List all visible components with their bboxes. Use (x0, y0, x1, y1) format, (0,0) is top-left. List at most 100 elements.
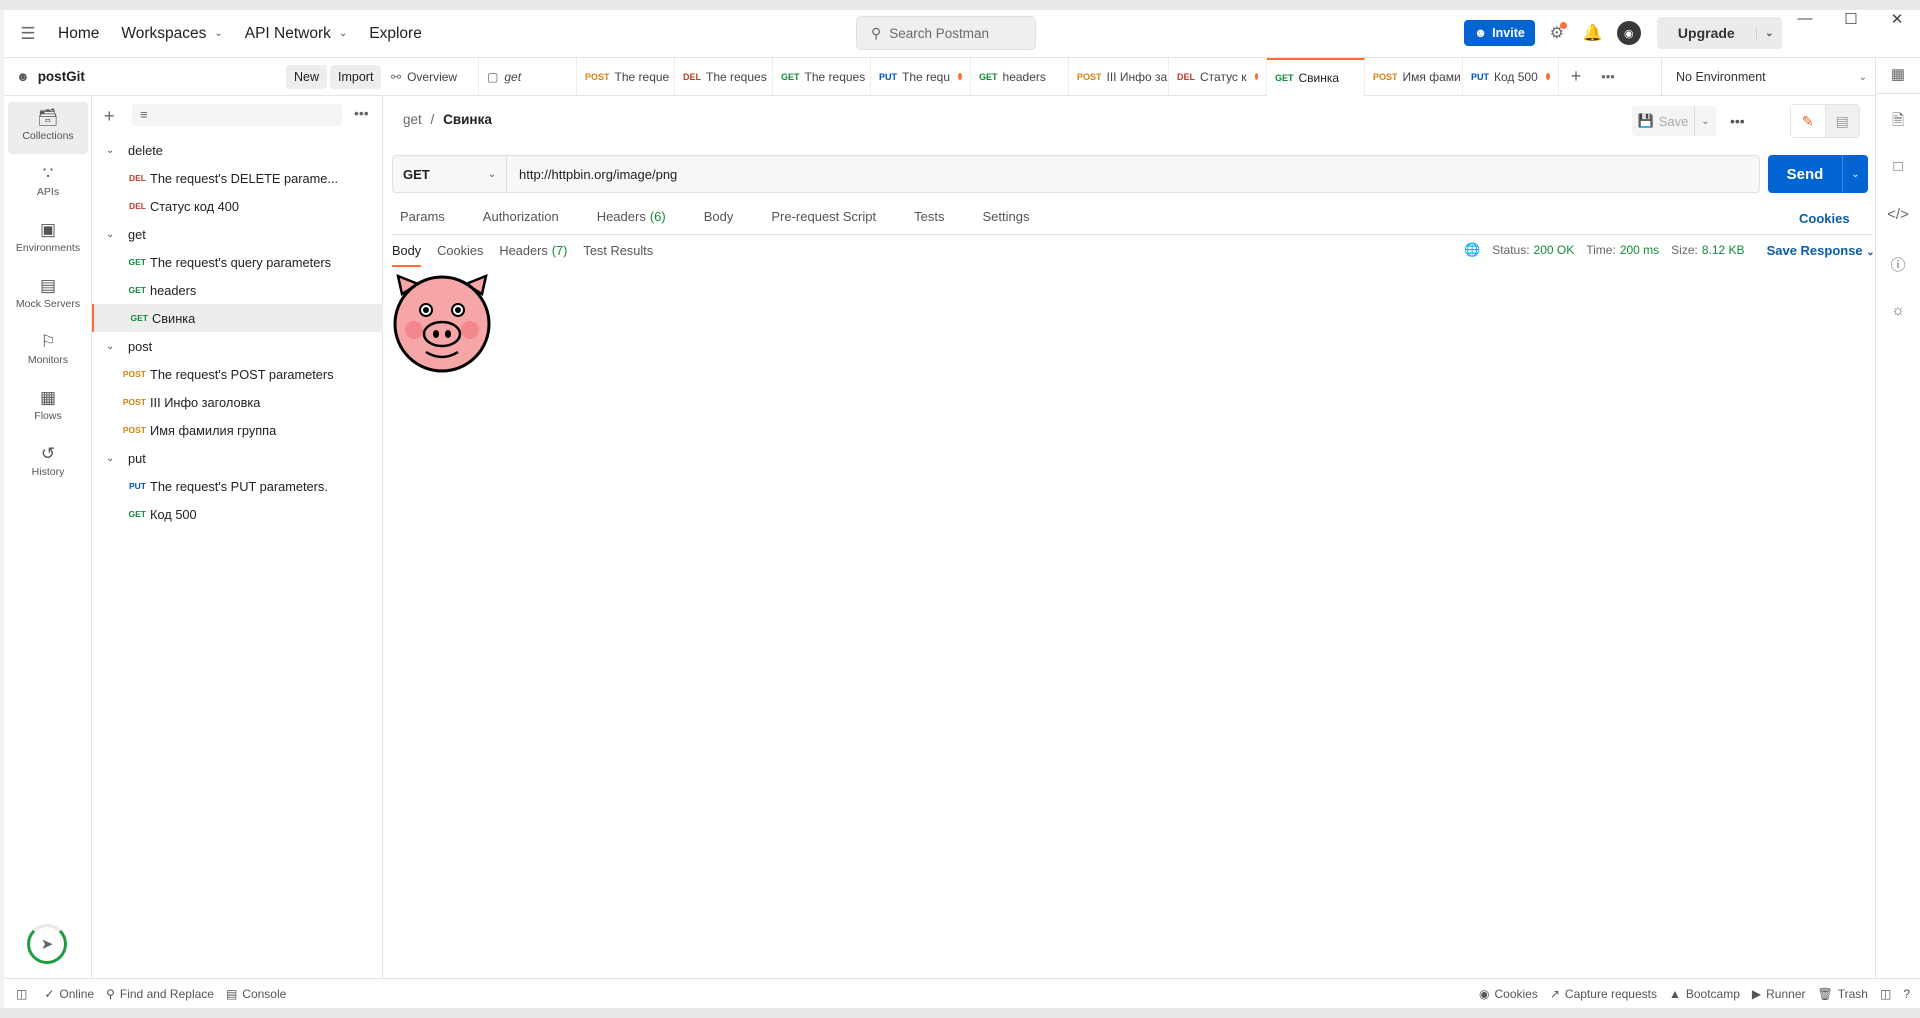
status-value[interactable]: 200 OK (1534, 243, 1575, 257)
method-select[interactable]: GET ⌄ (393, 156, 507, 192)
request-tab[interactable]: Body (696, 206, 742, 232)
nav-api-network[interactable]: API Network ⌄ (245, 25, 348, 43)
new-button[interactable]: New (286, 65, 328, 89)
tab-item[interactable]: GET Свинка (1267, 57, 1365, 96)
tab-item[interactable]: PUT Код 500 (1463, 57, 1559, 96)
tab-item[interactable]: POST The reque (577, 57, 675, 96)
breadcrumb-current[interactable]: Свинка (443, 112, 492, 127)
request-item[interactable]: POST Имя фамилия группа (92, 416, 383, 444)
folder-delete[interactable]: ⌄ delete (92, 136, 383, 164)
workspace-name[interactable]: postGit (38, 69, 85, 84)
tab-item[interactable]: DEL The reques (675, 57, 773, 96)
online-status[interactable]: ✓ Online (44, 987, 94, 1001)
request-item[interactable]: POST III Инфо заголовка (92, 388, 383, 416)
new-tab-icon[interactable]: + (1559, 66, 1593, 87)
chevron-down-icon[interactable]: ⌄ (106, 229, 118, 240)
rail-environments[interactable]: ▣ Environments (8, 214, 88, 266)
save-response-button[interactable]: Save Response ⌄ (1767, 243, 1875, 258)
environment-select[interactable]: No Environment ⌄ (1661, 58, 1875, 96)
add-icon[interactable]: + (104, 106, 115, 127)
send-button[interactable]: Send ⌄ (1768, 155, 1868, 193)
console-button[interactable]: ▤ Console (226, 987, 286, 1001)
chevron-down-icon[interactable]: ⌄ (1842, 155, 1868, 193)
comment-icon[interactable]: ▤ (1825, 105, 1859, 137)
rail-apis[interactable]: ∵ APIs (8, 158, 88, 210)
tab-item[interactable]: GET headers (971, 57, 1069, 96)
upgrade-button[interactable]: Upgrade ⌄ (1656, 17, 1782, 49)
close-icon[interactable]: ✕ (1874, 10, 1920, 28)
capture-requests-button[interactable]: ↗ Capture requests (1550, 987, 1657, 1001)
more-icon[interactable]: ••• (354, 105, 369, 121)
request-tab[interactable]: Params (392, 206, 453, 232)
folder-get[interactable]: ⌄ get (92, 220, 383, 248)
info-icon[interactable]: ⓘ (1876, 254, 1920, 275)
help-icon[interactable]: ? (1903, 987, 1910, 1001)
workspace-settings-icon[interactable]: ▦ (1876, 56, 1920, 94)
request-item[interactable]: GET headers (92, 276, 383, 304)
rail-monitors[interactable]: ⚐ Monitors (8, 326, 88, 378)
rail-mock-servers[interactable]: ▤ Mock Servers (8, 270, 88, 322)
avatar[interactable]: ◉ (1616, 21, 1641, 45)
toggle-sidebar-icon[interactable]: ◫ (16, 987, 32, 1001)
tab-item[interactable]: POST III Инфо за (1069, 57, 1169, 96)
invite-button[interactable]: ☻ Invite (1464, 20, 1535, 46)
size-value[interactable]: 8.12 KB (1702, 243, 1745, 257)
chevron-down-icon[interactable]: ⌄ (106, 453, 118, 464)
tab-item[interactable]: GET The reques (773, 57, 871, 96)
lightbulb-icon[interactable]: ☼ (1876, 302, 1920, 319)
time-value[interactable]: 200 ms (1620, 243, 1659, 257)
tab-item[interactable]: POST Имя фами (1365, 57, 1463, 96)
maximize-icon[interactable]: ☐ (1828, 10, 1874, 28)
filter-input[interactable]: ≡ (132, 104, 342, 126)
more-icon[interactable]: ••• (1730, 113, 1745, 129)
response-tab[interactable]: Test Results (583, 235, 653, 267)
documentation-icon[interactable]: 🗎 (1876, 110, 1920, 135)
more-icon[interactable]: ••• (1593, 69, 1623, 84)
save-button[interactable]: 💾 Save (1632, 106, 1694, 136)
chevron-down-icon[interactable]: ⌄ (106, 145, 118, 156)
response-tab[interactable]: Body (392, 235, 422, 267)
request-item[interactable]: GET Код 500 (92, 500, 383, 528)
tab-item[interactable]: ▢ get (479, 57, 577, 96)
request-item[interactable]: DEL Статус код 400 (92, 192, 383, 220)
tab-item[interactable]: PUT The requ (871, 57, 971, 96)
request-tab[interactable]: Headers (6) (589, 206, 674, 232)
save-options-button[interactable]: ⌄ (1694, 106, 1716, 136)
rocket-loading-icon[interactable]: ➤ (27, 924, 67, 964)
chevron-down-icon[interactable]: ⌄ (1755, 27, 1782, 39)
cookies-link[interactable]: Cookies (1799, 211, 1850, 226)
minimize-icon[interactable]: — (1782, 10, 1828, 28)
url-input[interactable]: http://httpbin.org/image/png (507, 156, 1759, 192)
import-button[interactable]: Import (330, 65, 382, 89)
comments-icon[interactable]: □ (1876, 158, 1920, 175)
edit-icon[interactable]: ✎ (1791, 105, 1826, 137)
request-tab[interactable]: Settings (974, 206, 1037, 232)
request-item[interactable]: PUT The request's PUT parameters. (92, 472, 383, 500)
nav-explore[interactable]: Explore (369, 25, 422, 43)
settings-icon[interactable]: ⚙ (1543, 22, 1571, 43)
tab-item[interactable]: DEL Статус к (1169, 57, 1267, 96)
request-item[interactable]: DEL The request's DELETE parame... (92, 164, 383, 192)
response-tab[interactable]: Headers (7) (499, 235, 567, 267)
response-tab[interactable]: Cookies (437, 235, 483, 267)
nav-home[interactable]: Home (58, 25, 99, 43)
breadcrumb-parent[interactable]: get (403, 112, 422, 127)
request-tab[interactable]: Tests (906, 206, 952, 232)
rail-collections[interactable]: 🗃 Collections (8, 102, 88, 154)
hamburger-icon[interactable]: ☰ (8, 24, 48, 44)
search-input[interactable]: ⚲ Search Postman (856, 16, 1036, 50)
bell-icon[interactable]: 🔔 (1579, 23, 1607, 43)
runner-button[interactable]: ▶ Runner (1752, 987, 1806, 1001)
request-tab[interactable]: Authorization (475, 206, 567, 232)
nav-workspaces[interactable]: Workspaces ⌄ (121, 25, 222, 43)
request-tab[interactable]: Pre-request Script (763, 206, 884, 232)
cookies-button[interactable]: ◉ Cookies (1479, 987, 1538, 1001)
request-item[interactable]: GET Свинка (92, 304, 383, 332)
code-icon[interactable]: </> (1876, 206, 1920, 223)
rail-flows[interactable]: ▦ Flows (8, 382, 88, 434)
bootcamp-button[interactable]: ▲ Bootcamp (1669, 987, 1740, 1001)
folder-post[interactable]: ⌄ post (92, 332, 383, 360)
rail-history[interactable]: ↺ History (8, 438, 88, 490)
request-item[interactable]: GET The request's query parameters (92, 248, 383, 276)
request-item[interactable]: POST The request's POST parameters (92, 360, 383, 388)
